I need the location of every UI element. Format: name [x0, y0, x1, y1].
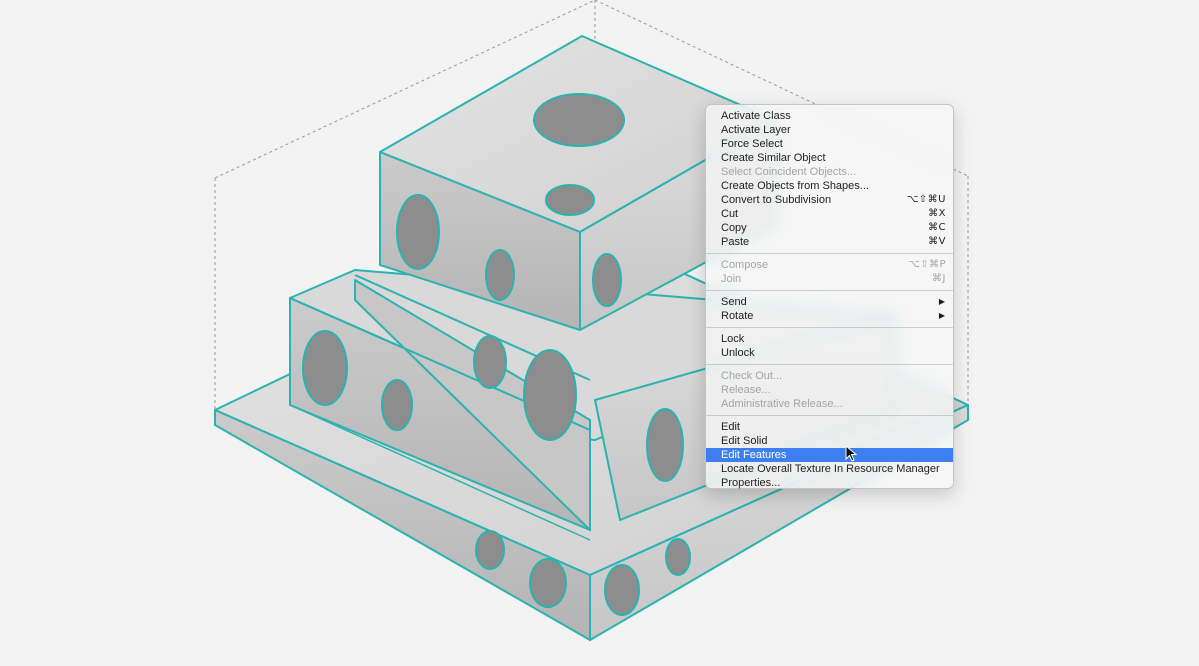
menu-item-lock[interactable]: Lock — [706, 332, 953, 346]
menu-item-unlock[interactable]: Unlock — [706, 346, 953, 360]
menu-item-administrative-release: Administrative Release... — [706, 397, 953, 411]
menu-separator — [706, 415, 953, 416]
menu-item-create-similar-object[interactable]: Create Similar Object — [706, 151, 953, 165]
menu-item-label: Send — [721, 296, 747, 308]
menu-separator — [706, 253, 953, 254]
menu-item-label: Check Out... — [721, 370, 783, 382]
menu-item-send[interactable]: Send ▶ — [706, 295, 953, 309]
menu-separator — [706, 290, 953, 291]
menu-item-label: Rotate — [721, 310, 754, 322]
submenu-arrow-icon: ▶ — [938, 311, 945, 320]
menu-item-label: Unlock — [721, 347, 755, 359]
menu-item-create-objects-from-shapes[interactable]: Create Objects from Shapes... — [706, 179, 953, 193]
menu-item-label: Compose — [721, 259, 769, 271]
menu-item-select-coincident-objects: Select Coincident Objects... — [706, 165, 953, 179]
menu-item-label: Properties... — [721, 477, 781, 489]
menu-item-convert-to-subdivision[interactable]: Convert to Subdivision ⌥⇧⌘U — [706, 193, 953, 207]
menu-item-label: Copy — [721, 222, 747, 234]
menu-item-force-select[interactable]: Force Select — [706, 137, 953, 151]
menu-item-shortcut: ⌘V — [928, 236, 946, 247]
menu-item-compose: Compose ⌥⇧⌘P — [706, 258, 953, 272]
menu-item-join: Join ⌘J — [706, 272, 953, 286]
menu-item-edit[interactable]: Edit — [706, 420, 953, 434]
menu-item-label: Create Objects from Shapes... — [721, 180, 869, 192]
menu-item-label: Lock — [721, 333, 745, 345]
menu-item-rotate[interactable]: Rotate ▶ — [706, 309, 953, 323]
menu-item-activate-class[interactable]: Activate Class — [706, 109, 953, 123]
menu-item-shortcut: ⌘J — [932, 273, 946, 284]
menu-item-label: Edit — [721, 421, 740, 433]
menu-item-shortcut: ⌥⇧⌘P — [908, 259, 946, 270]
menu-item-label: Cut — [721, 208, 739, 220]
menu-item-edit-features[interactable]: Edit Features — [706, 448, 953, 462]
menu-item-label: Release... — [721, 384, 771, 396]
menu-item-label: Administrative Release... — [721, 398, 843, 410]
menu-separator — [706, 327, 953, 328]
menu-item-label: Activate Layer — [721, 124, 791, 136]
menu-item-label: Convert to Subdivision — [721, 194, 832, 206]
menu-item-label: Create Similar Object — [721, 152, 826, 164]
menu-item-label: Join — [721, 273, 742, 285]
menu-item-label: Force Select — [721, 138, 783, 150]
menu-item-shortcut: ⌥⇧⌘U — [906, 194, 946, 205]
menu-item-label: Edit Features — [721, 449, 787, 461]
menu-item-copy[interactable]: Copy ⌘C — [706, 221, 953, 235]
3d-viewport[interactable] — [0, 0, 1199, 666]
menu-item-label: Activate Class — [721, 110, 791, 122]
menu-item-label: Locate Overall Texture In Resource Manag… — [721, 463, 940, 475]
3d-model-render[interactable] — [0, 0, 1199, 666]
menu-item-shortcut: ⌘X — [928, 208, 946, 219]
submenu-arrow-icon: ▶ — [938, 297, 945, 306]
menu-item-locate-overall-texture-in-resource-manager[interactable]: Locate Overall Texture In Resource Manag… — [706, 462, 953, 476]
context-menu: Activate Class Activate Layer Force Select… — [705, 104, 954, 489]
menu-item-check-out: Check Out... — [706, 369, 953, 383]
menu-separator — [706, 364, 953, 365]
menu-item-label: Select Coincident Objects... — [721, 166, 857, 178]
menu-item-properties[interactable]: Properties... — [706, 476, 953, 490]
mouse-cursor-icon — [845, 445, 858, 462]
menu-item-shortcut: ⌘C — [928, 222, 946, 233]
menu-item-edit-solid[interactable]: Edit Solid — [706, 434, 953, 448]
menu-item-release: Release... — [706, 383, 953, 397]
menu-item-label: Paste — [721, 236, 750, 248]
menu-item-activate-layer[interactable]: Activate Layer — [706, 123, 953, 137]
menu-item-label: Edit Solid — [721, 435, 768, 447]
menu-item-cut[interactable]: Cut ⌘X — [706, 207, 953, 221]
menu-item-paste[interactable]: Paste ⌘V — [706, 235, 953, 249]
